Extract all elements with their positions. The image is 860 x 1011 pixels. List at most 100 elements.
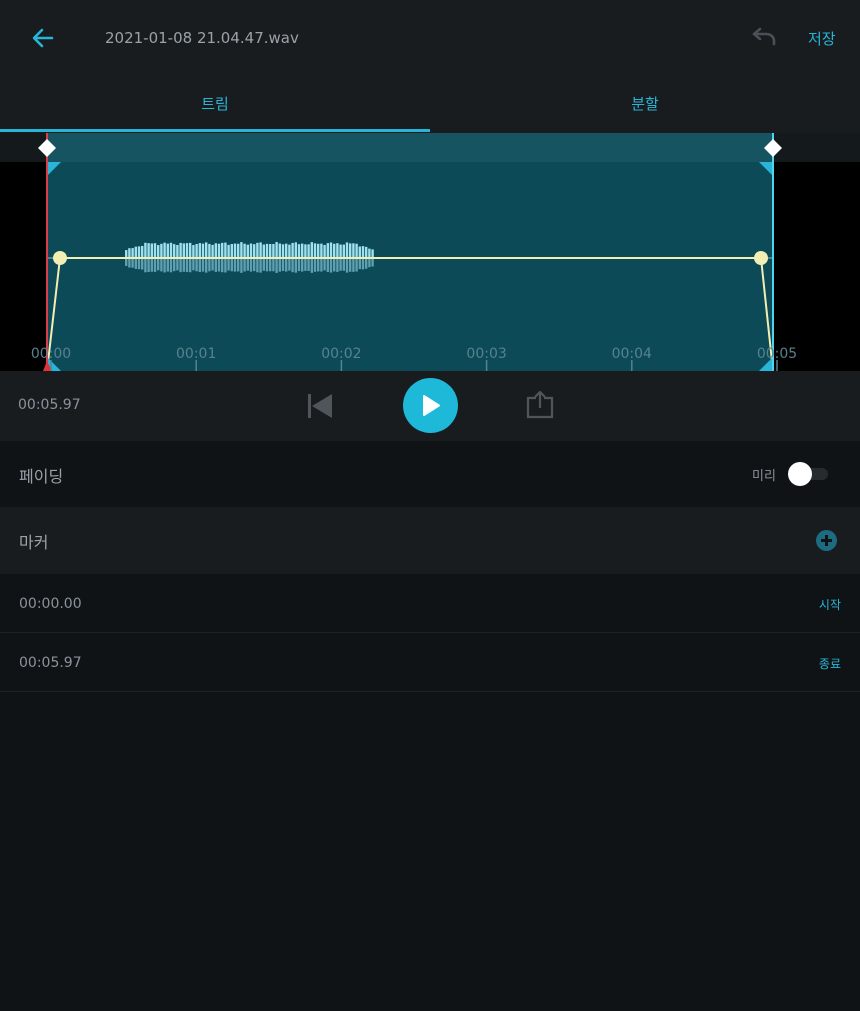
top-bar: 2021-01-08 21.04.47.wav 저장 bbox=[0, 0, 860, 75]
marker-row[interactable]: 00:05.97 종료 bbox=[0, 633, 860, 692]
waveform-bar bbox=[304, 259, 307, 271]
waveform-bar bbox=[198, 259, 201, 273]
tab-bar: 트림 분할 bbox=[0, 75, 860, 133]
waveform-bar bbox=[262, 244, 265, 258]
timeline-tick-label: 00:05 bbox=[757, 346, 797, 362]
waveform-bar bbox=[272, 244, 275, 258]
marker-time: 00:05.97 bbox=[19, 655, 82, 671]
waveform-canvas: 00:00 00:01 00:02 00:03 00:04 00:05 bbox=[0, 133, 860, 372]
waveform-bar bbox=[179, 259, 182, 273]
waveform-bar bbox=[253, 244, 256, 258]
waveform-bar bbox=[288, 244, 291, 258]
waveform-bar bbox=[150, 243, 153, 258]
waveform-bar bbox=[285, 243, 288, 258]
skip-to-start-button[interactable] bbox=[303, 389, 337, 423]
waveform-bar bbox=[339, 259, 342, 271]
back-button[interactable] bbox=[30, 25, 56, 51]
waveform-bar bbox=[137, 259, 141, 270]
waveform-bar bbox=[195, 243, 198, 258]
waveform-bar bbox=[265, 243, 269, 258]
waveform-bar bbox=[301, 243, 304, 258]
waveform-bar bbox=[176, 244, 179, 258]
waveform-bar bbox=[144, 259, 147, 273]
waveform-bar bbox=[147, 259, 150, 273]
waveform-bar bbox=[157, 259, 160, 271]
waveform-bar bbox=[323, 244, 326, 258]
waveform-bar bbox=[269, 259, 272, 272]
active-tab-indicator bbox=[0, 129, 430, 132]
save-button[interactable]: 저장 bbox=[808, 28, 836, 49]
waveform-editor[interactable]: 00:00 00:01 00:02 00:03 00:04 00:05 bbox=[0, 133, 860, 372]
play-button[interactable] bbox=[403, 378, 458, 433]
waveform-bar bbox=[365, 246, 368, 258]
waveform-bar bbox=[205, 242, 208, 258]
waveform-bar bbox=[189, 259, 192, 273]
waveform-bar bbox=[141, 259, 144, 270]
waveform-bar bbox=[192, 259, 195, 271]
marker-tag-start[interactable]: 시작 bbox=[819, 596, 841, 613]
waveform-bar bbox=[307, 259, 310, 271]
waveform-bar bbox=[201, 243, 205, 258]
waveform-bar bbox=[227, 259, 230, 271]
waveform-bar bbox=[323, 259, 326, 271]
waveform-bar bbox=[365, 259, 368, 269]
waveform-bar bbox=[198, 243, 201, 258]
waveform-bar bbox=[163, 259, 166, 273]
waveform-bar bbox=[166, 259, 169, 272]
preview-toggle[interactable] bbox=[788, 462, 828, 486]
waveform-bar bbox=[259, 242, 262, 258]
play-icon bbox=[423, 395, 440, 416]
trim-selection-header[interactable] bbox=[47, 133, 773, 162]
waveform-bar bbox=[345, 259, 349, 273]
waveform-bar bbox=[153, 259, 157, 272]
playback-controls: 00:05.97 bbox=[0, 371, 860, 441]
waveform-bar bbox=[371, 249, 374, 258]
fading-row: 페이딩 미리 bbox=[0, 441, 860, 507]
marker-header: 마커 bbox=[0, 507, 860, 574]
waveform-bar bbox=[208, 243, 211, 258]
waveform-bar bbox=[230, 259, 233, 272]
waveform-bar bbox=[169, 242, 173, 258]
waveform-bar bbox=[221, 242, 224, 258]
waveform-bar bbox=[275, 259, 278, 273]
toggle-knob bbox=[788, 462, 812, 486]
waveform-bar bbox=[355, 259, 358, 272]
waveform-bar bbox=[160, 243, 163, 258]
waveform-bar bbox=[301, 259, 304, 272]
waveform-bar bbox=[249, 259, 253, 272]
fade-out-handle[interactable] bbox=[754, 251, 768, 265]
repeat-button[interactable] bbox=[523, 389, 557, 423]
waveform-bar bbox=[272, 259, 275, 272]
marker-time: 00:00.00 bbox=[19, 596, 82, 612]
waveform-bar bbox=[233, 259, 237, 272]
timeline-tick-label: 00:04 bbox=[612, 346, 652, 362]
waveform-bar bbox=[166, 243, 169, 258]
waveform-bar bbox=[230, 244, 233, 258]
waveform-bar bbox=[246, 259, 249, 271]
waveform-bar bbox=[313, 243, 317, 258]
waveform-bar bbox=[281, 244, 285, 258]
waveform-bar bbox=[317, 259, 320, 272]
waveform-bar bbox=[317, 243, 320, 258]
waveform-bar bbox=[176, 259, 179, 271]
waveform-bar bbox=[310, 242, 313, 258]
waveform-bar bbox=[307, 244, 310, 258]
tab-trim[interactable]: 트림 bbox=[0, 75, 430, 133]
waveform-bar bbox=[205, 259, 208, 273]
fade-in-handle[interactable] bbox=[53, 251, 67, 265]
timeline-tick-label: 00:02 bbox=[321, 346, 361, 362]
duration-label: 00:05.97 bbox=[18, 397, 81, 413]
waveform-bar bbox=[157, 245, 160, 258]
undo-button[interactable] bbox=[750, 26, 778, 50]
tab-split[interactable]: 분할 bbox=[430, 75, 860, 133]
waveform-bar bbox=[125, 259, 128, 266]
add-marker-button[interactable] bbox=[816, 530, 837, 551]
timeline-tick-label: 00:00 bbox=[31, 346, 71, 362]
waveform-bar bbox=[211, 244, 214, 258]
waveform-bar bbox=[243, 243, 246, 258]
marker-tag-end[interactable]: 종료 bbox=[819, 655, 841, 672]
waveform-bar bbox=[160, 259, 163, 272]
waveform-bar bbox=[358, 246, 361, 258]
waveform-bar bbox=[214, 259, 217, 272]
marker-row[interactable]: 00:00.00 시작 bbox=[0, 574, 860, 633]
